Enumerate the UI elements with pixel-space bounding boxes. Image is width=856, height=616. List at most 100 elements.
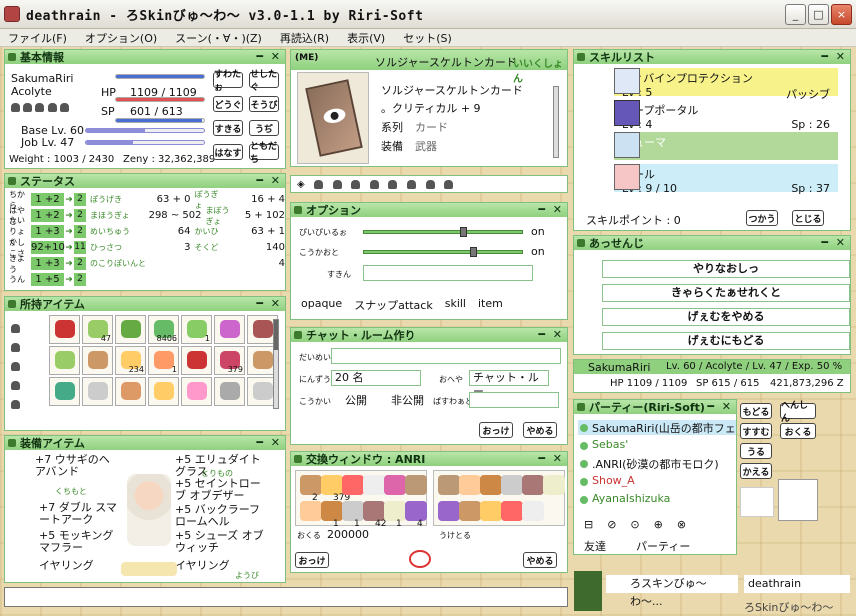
increase-arrow-icon[interactable]: ➜ <box>64 227 74 237</box>
trade-item[interactable] <box>300 475 322 495</box>
minimap[interactable] <box>574 571 602 611</box>
public-radio[interactable]: 公開 <box>345 392 367 408</box>
password-input[interactable] <box>469 392 559 408</box>
inventory-slot[interactable] <box>214 377 245 406</box>
trade-item[interactable] <box>342 501 364 521</box>
minimize-close-icons[interactable]: ━ ✕ <box>256 50 282 63</box>
party-member[interactable]: Sebas' <box>578 438 736 453</box>
sound-on[interactable]: on <box>531 245 545 258</box>
skill-check[interactable]: skill <box>445 297 466 313</box>
trade-lock-icon[interactable] <box>409 550 431 568</box>
equipment-header[interactable]: 装備アイテム ━ ✕ <box>5 436 285 450</box>
inventory-slot[interactable] <box>49 377 80 406</box>
trade-item[interactable] <box>321 475 343 495</box>
trade-item[interactable] <box>480 475 502 495</box>
sit-button[interactable]: すわたぉ <box>213 70 243 93</box>
menu-set[interactable]: セット(S) <box>403 30 452 46</box>
increase-arrow-icon[interactable]: ➜ <box>64 243 74 253</box>
private-radio[interactable]: 非公開 <box>391 392 424 408</box>
trade-item[interactable] <box>522 501 544 521</box>
character-select-button[interactable]: きゃらくたぁせれくと <box>602 284 850 302</box>
escape-menu-header[interactable]: あっせんじ ━ ✕ <box>574 236 850 250</box>
chatroom-header[interactable]: チャット・ルーム作り ━ ✕ <box>291 328 567 342</box>
close-button[interactable]: × <box>831 4 852 25</box>
trade-item[interactable] <box>405 501 427 521</box>
retry-button[interactable]: やりなおしっ <box>602 260 850 278</box>
trade-item[interactable] <box>522 475 544 495</box>
trade-item[interactable] <box>363 475 385 495</box>
equip-head[interactable]: +7 ウサギのヘアバンド <box>35 454 115 478</box>
snap-attack-check[interactable]: スナップattack <box>354 297 433 313</box>
minimize-close-icons[interactable]: ━ ✕ <box>256 174 282 187</box>
menu-options[interactable]: オプション(O) <box>85 30 157 46</box>
basic-info-header[interactable]: 基本情報 ━ ✕ <box>5 50 285 64</box>
trade-item[interactable] <box>384 475 406 495</box>
inventory-slot[interactable]: 379 <box>214 346 245 375</box>
ok-button[interactable]: おっけ <box>479 422 513 438</box>
trade-item[interactable] <box>405 475 427 495</box>
inventory-slot[interactable]: 234 <box>115 346 146 375</box>
menu-reload[interactable]: 再読込(R) <box>280 30 329 46</box>
trade-item[interactable] <box>459 475 481 495</box>
increase-arrow-icon[interactable]: ➜ <box>64 275 74 285</box>
inventory-slot[interactable] <box>82 346 113 375</box>
minimize-close-icons[interactable]: ━ ✕ <box>538 328 564 341</box>
inventory-slot[interactable] <box>115 315 146 344</box>
item-check[interactable]: item <box>478 297 503 313</box>
back-button[interactable]: もどる <box>740 403 772 419</box>
trade-ok-button[interactable]: おっけ <box>295 552 329 568</box>
menu-file[interactable]: ファイル(F) <box>8 30 67 46</box>
minimize-close-icons[interactable]: ━ ✕ <box>538 203 564 216</box>
equip-weapon[interactable]: +7 ダブル スマートアーク <box>39 502 119 526</box>
inventory-slot[interactable]: 1 <box>148 346 179 375</box>
tab-party[interactable]: パーティー <box>636 538 690 554</box>
trade-item[interactable] <box>363 501 385 521</box>
increase-arrow-icon[interactable]: ➜ <box>64 211 74 221</box>
minimize-close-icons[interactable]: ━ ✕ <box>538 452 564 465</box>
trade-item[interactable] <box>543 475 565 495</box>
minimize-close-icons[interactable]: ━ ✕ <box>821 236 847 249</box>
card-scrollbar[interactable] <box>553 86 559 158</box>
party-member[interactable]: .ANRI(砂漠の都市モロク) <box>578 456 736 471</box>
return-to-game-button[interactable]: げぇむにもどる <box>602 332 850 350</box>
minimize-close-icons[interactable]: ━ ✕ <box>707 400 733 413</box>
minimize-button[interactable]: _ <box>785 4 806 25</box>
skill-button[interactable]: すきる <box>213 120 243 136</box>
inventory-slot[interactable] <box>148 377 179 406</box>
increase-arrow-icon[interactable]: ➜ <box>64 259 74 269</box>
sell-button[interactable]: うる <box>740 443 772 459</box>
trade-header[interactable]: 交換ウィンドウ : ANRI ━ ✕ <box>291 452 567 466</box>
skill-row[interactable]: ニューマ <box>614 132 838 160</box>
menu-soon[interactable]: スーン(・∀・)(Z) <box>175 30 262 46</box>
inventory-header[interactable]: 所持アイテム ━ ✕ <box>5 297 285 311</box>
limit-select[interactable]: 20 名 <box>331 370 421 386</box>
stand-button[interactable]: せしたぐ <box>249 70 279 93</box>
trade-item[interactable] <box>321 501 343 521</box>
cancel-button[interactable]: やめる <box>523 422 557 438</box>
room-title-input[interactable] <box>331 348 561 364</box>
sound-slider[interactable] <box>363 247 523 257</box>
inventory-slot[interactable] <box>82 377 113 406</box>
quit-game-button[interactable]: げぇむをやめる <box>602 308 850 326</box>
close-skill-button[interactable]: とじる <box>792 210 824 226</box>
maximize-button[interactable]: □ <box>808 4 829 25</box>
equip-button[interactable]: そうび <box>249 96 279 112</box>
equip-armor[interactable]: +5 セイントローブ オブデザー <box>175 478 265 502</box>
trade-their-items[interactable] <box>433 470 565 526</box>
chat-input[interactable] <box>4 587 568 607</box>
inventory-slot[interactable]: 8406 <box>148 315 179 344</box>
skin-select[interactable] <box>363 265 533 281</box>
increase-arrow-icon[interactable]: ➜ <box>64 195 74 205</box>
transform-button[interactable]: へんしん <box>780 401 816 424</box>
bgm-slider[interactable] <box>363 227 523 237</box>
bgm-on[interactable]: on <box>531 225 545 238</box>
opaque-check[interactable]: opaque <box>301 297 342 313</box>
buy-button[interactable]: かえる <box>740 463 772 479</box>
equip-accessory-left[interactable]: イヤリング <box>39 560 119 572</box>
minimize-close-icons[interactable]: ━ ✕ <box>256 436 282 449</box>
inventory-slot[interactable] <box>181 377 212 406</box>
guild-button[interactable]: うぢ <box>249 120 279 136</box>
party-action-icons[interactable]: ⊟⊘⊙⊕⊗ <box>584 518 700 531</box>
options-header[interactable]: オプション ━ ✕ <box>291 203 567 217</box>
equip-shoes[interactable]: +5 シューズ オブ ウィッチ <box>175 530 265 554</box>
